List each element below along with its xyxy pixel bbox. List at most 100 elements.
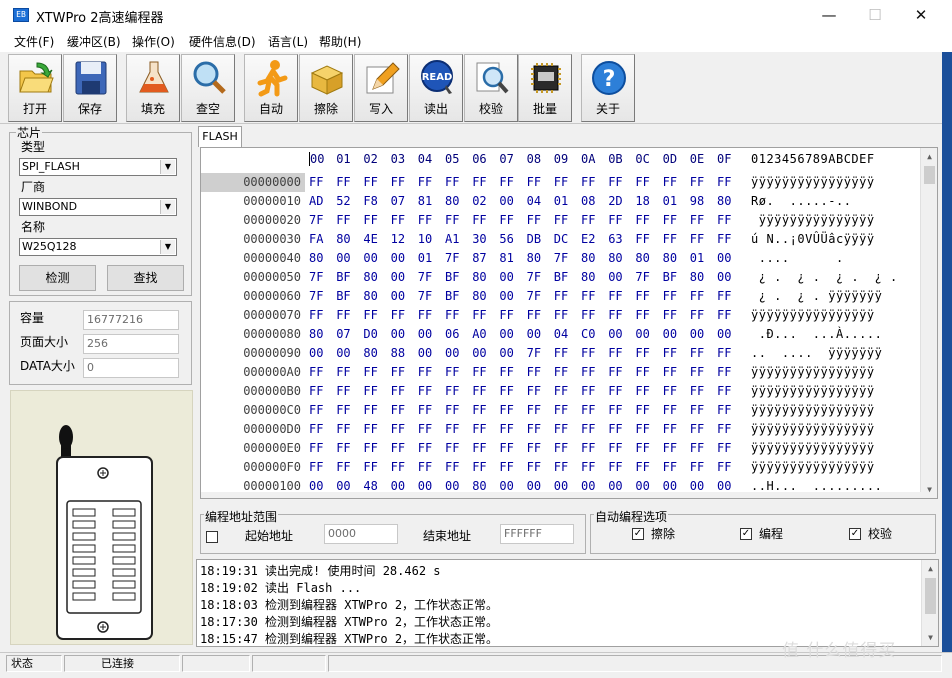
hex-byte[interactable]: FF bbox=[309, 403, 323, 417]
hex-byte[interactable]: FF bbox=[499, 384, 513, 398]
hex-byte[interactable]: FF bbox=[663, 232, 677, 246]
hex-byte[interactable]: FF bbox=[363, 308, 377, 322]
hex-byte[interactable]: FF bbox=[391, 308, 405, 322]
hex-byte[interactable]: E2 bbox=[581, 232, 595, 246]
menu-operation[interactable]: 操作(O) bbox=[132, 33, 175, 50]
hex-byte[interactable]: 80 bbox=[581, 251, 595, 265]
menu-buffer[interactable]: 缓冲区(B) bbox=[67, 33, 121, 50]
hex-byte[interactable]: FF bbox=[472, 441, 486, 455]
hex-byte[interactable]: 07 bbox=[336, 327, 350, 341]
hex-byte[interactable]: FF bbox=[391, 422, 405, 436]
hex-byte[interactable]: 80 bbox=[608, 251, 622, 265]
hex-byte[interactable]: 00 bbox=[527, 479, 541, 493]
hex-byte[interactable]: FF bbox=[391, 384, 405, 398]
hex-byte[interactable]: 30 bbox=[472, 232, 486, 246]
hex-byte[interactable]: 7F bbox=[635, 270, 649, 284]
hex-byte[interactable]: 00 bbox=[608, 270, 622, 284]
hex-byte[interactable]: 80 bbox=[472, 289, 486, 303]
hex-byte[interactable]: FF bbox=[690, 346, 704, 360]
hex-byte[interactable]: FF bbox=[554, 384, 568, 398]
hex-byte[interactable]: FF bbox=[309, 460, 323, 474]
hex-row-address[interactable]: 00000070 bbox=[201, 306, 305, 325]
hex-byte[interactable]: FF bbox=[554, 289, 568, 303]
hex-byte[interactable]: FF bbox=[499, 441, 513, 455]
hex-byte[interactable]: FF bbox=[717, 460, 731, 474]
hex-byte[interactable]: FF bbox=[445, 213, 459, 227]
hex-byte[interactable]: FF bbox=[363, 403, 377, 417]
hex-row-address[interactable]: 000000F0 bbox=[201, 458, 305, 477]
hex-byte[interactable]: FF bbox=[663, 403, 677, 417]
hex-row-address[interactable]: 00000060 bbox=[201, 287, 305, 306]
hex-byte[interactable]: FF bbox=[472, 308, 486, 322]
log-scroll-thumb[interactable] bbox=[925, 578, 936, 614]
hex-byte[interactable]: FF bbox=[663, 289, 677, 303]
hex-byte[interactable]: FF bbox=[445, 175, 459, 189]
hex-byte[interactable]: 7F bbox=[309, 213, 323, 227]
hex-byte[interactable]: FF bbox=[363, 213, 377, 227]
hex-byte[interactable]: FF bbox=[363, 422, 377, 436]
blank-check-button[interactable]: 查空 bbox=[181, 54, 235, 122]
hex-byte[interactable]: FF bbox=[663, 213, 677, 227]
hex-byte[interactable]: 7F bbox=[309, 270, 323, 284]
hex-byte[interactable]: FF bbox=[608, 175, 622, 189]
write-button[interactable]: 写入 bbox=[354, 54, 408, 122]
hex-byte[interactable]: FF bbox=[635, 384, 649, 398]
hex-byte[interactable]: FF bbox=[418, 441, 432, 455]
log-scrollbar[interactable]: ▲ ▼ bbox=[921, 560, 938, 646]
hex-byte[interactable]: 00 bbox=[391, 289, 405, 303]
hex-byte[interactable]: 00 bbox=[663, 479, 677, 493]
hex-byte[interactable]: FF bbox=[581, 308, 595, 322]
hex-byte[interactable]: FF bbox=[445, 308, 459, 322]
hex-byte[interactable]: F8 bbox=[363, 194, 377, 208]
hex-byte[interactable]: FF bbox=[690, 422, 704, 436]
hex-byte[interactable]: FF bbox=[663, 460, 677, 474]
hex-byte[interactable]: FF bbox=[336, 308, 350, 322]
hex-byte[interactable]: 12 bbox=[391, 232, 405, 246]
hex-byte[interactable]: FF bbox=[527, 213, 541, 227]
tab-flash[interactable]: FLASH bbox=[198, 126, 242, 147]
hex-byte[interactable]: 80 bbox=[472, 270, 486, 284]
hex-byte[interactable]: FF bbox=[581, 289, 595, 303]
hex-byte[interactable]: 00 bbox=[717, 270, 731, 284]
hex-row-address[interactable]: 000000C0 bbox=[201, 401, 305, 420]
hex-byte[interactable]: FF bbox=[445, 403, 459, 417]
hex-byte[interactable]: FF bbox=[418, 460, 432, 474]
hex-byte[interactable]: 7F bbox=[418, 270, 432, 284]
hex-byte[interactable]: FF bbox=[445, 365, 459, 379]
hex-byte[interactable]: FF bbox=[391, 460, 405, 474]
hex-byte[interactable]: FF bbox=[608, 441, 622, 455]
hex-byte[interactable]: FF bbox=[499, 175, 513, 189]
hex-byte[interactable]: 00 bbox=[690, 479, 704, 493]
hex-byte[interactable]: FA bbox=[309, 232, 323, 246]
hex-byte[interactable]: FF bbox=[527, 403, 541, 417]
end-address-input[interactable]: FFFFFF bbox=[500, 524, 574, 544]
hex-byte[interactable]: 00 bbox=[717, 251, 731, 265]
search-button[interactable]: 查找 bbox=[107, 265, 184, 291]
auto-erase-checkbox[interactable]: ✓ bbox=[632, 528, 644, 540]
hex-byte[interactable]: 80 bbox=[717, 194, 731, 208]
auto-verify-checkbox[interactable]: ✓ bbox=[849, 528, 861, 540]
hex-byte[interactable]: FF bbox=[418, 403, 432, 417]
about-button[interactable]: ? 关于 bbox=[581, 54, 635, 122]
hex-byte[interactable]: 98 bbox=[690, 194, 704, 208]
hex-byte[interactable]: 00 bbox=[499, 346, 513, 360]
hex-row-address[interactable]: 00000020 bbox=[201, 211, 305, 230]
hex-byte[interactable]: FF bbox=[581, 403, 595, 417]
hex-byte[interactable]: 80 bbox=[635, 251, 649, 265]
hex-byte[interactable]: 00 bbox=[663, 327, 677, 341]
hex-byte[interactable]: FF bbox=[690, 175, 704, 189]
hex-byte[interactable]: FF bbox=[663, 365, 677, 379]
hex-byte[interactable]: 00 bbox=[608, 479, 622, 493]
hex-byte[interactable]: FF bbox=[608, 289, 622, 303]
vertical-scrollbar[interactable]: ▲ ▼ bbox=[920, 148, 937, 498]
hex-byte[interactable]: 04 bbox=[554, 327, 568, 341]
hex-byte[interactable]: FF bbox=[418, 384, 432, 398]
hex-row-address[interactable]: 00000030 bbox=[201, 230, 305, 249]
scroll-down-icon[interactable]: ▼ bbox=[921, 481, 937, 498]
hex-byte[interactable]: 00 bbox=[499, 270, 513, 284]
hex-byte[interactable]: 00 bbox=[391, 327, 405, 341]
hex-byte[interactable]: 18 bbox=[635, 194, 649, 208]
hex-byte[interactable]: 00 bbox=[418, 479, 432, 493]
hex-byte[interactable]: FF bbox=[581, 213, 595, 227]
hex-byte[interactable]: FF bbox=[309, 384, 323, 398]
